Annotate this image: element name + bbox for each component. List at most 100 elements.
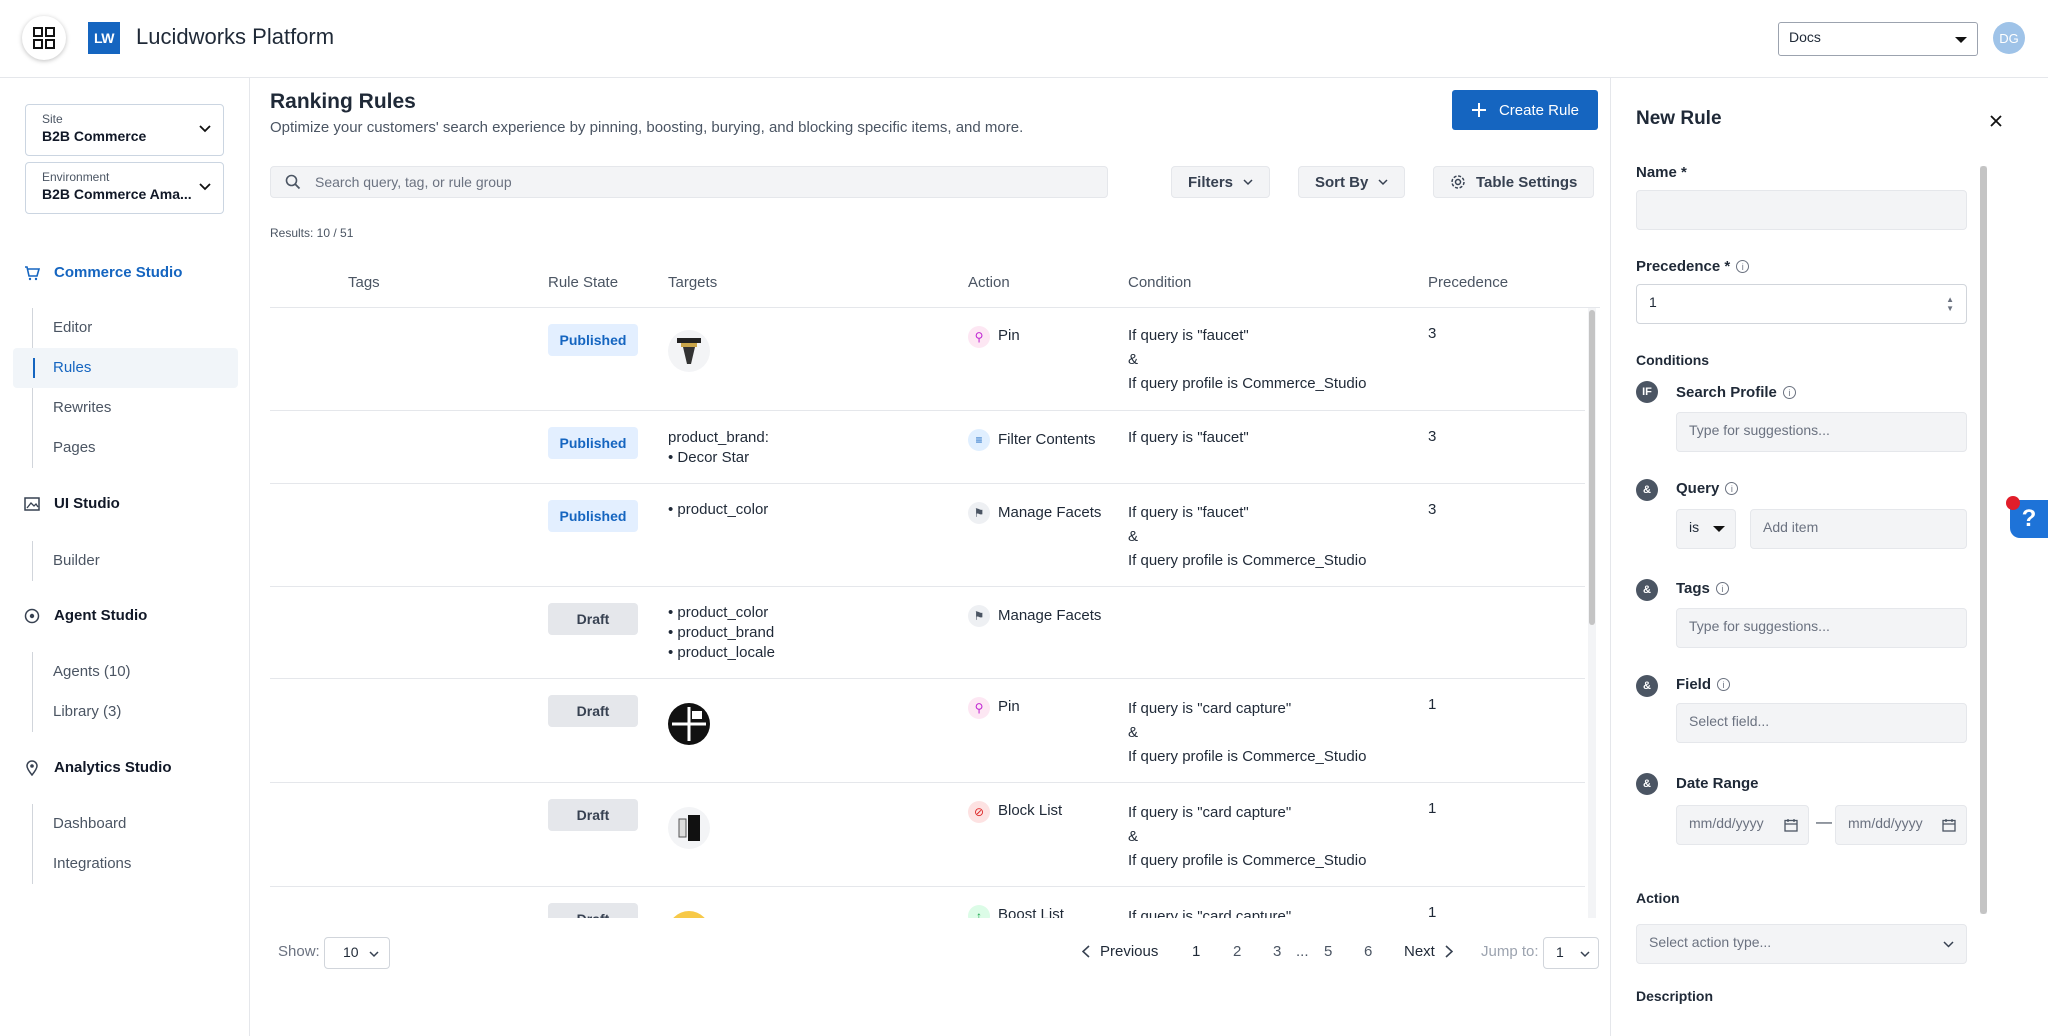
studio-analytics[interactable]: Analytics Studio <box>24 759 172 776</box>
column-header-precedence[interactable]: Precedence <box>1428 274 1508 291</box>
precedence-value: 1 <box>1428 904 1437 918</box>
sidebar-item-rules[interactable]: Rules <box>13 348 238 388</box>
close-icon[interactable] <box>1989 114 2003 128</box>
targets-cell: product_brand: • Decor Star <box>668 428 769 468</box>
app-launcher-button[interactable] <box>22 16 66 60</box>
page-button-6[interactable]: 6 <box>1364 943 1372 960</box>
table-row[interactable]: Draft ↑ Boost List If query is "card cap… <box>270 887 1585 918</box>
precedence-field[interactable]: 1 ▲ ▼ <box>1636 284 1967 324</box>
filters-button[interactable]: Filters <box>1171 166 1271 198</box>
calendar-icon[interactable] <box>1942 818 1956 832</box>
column-header-rule-state[interactable]: Rule State <box>548 274 618 291</box>
page-button-1[interactable]: 1 <box>1192 943 1200 960</box>
sidebar-item-agents[interactable]: Agents (10) <box>33 652 238 692</box>
search-input[interactable]: Search query, tag, or rule group <box>270 166 1108 198</box>
page-button-2[interactable]: 2 <box>1233 943 1241 960</box>
condition-cell: If query is "card capture" <box>1128 907 1291 918</box>
filter-icon: ≡ <box>968 429 990 451</box>
action-label: Pin <box>998 327 1020 344</box>
table-row[interactable]: Draft • product_color • product_brand • … <box>270 587 1585 679</box>
table-row[interactable]: Published product_brand: • Decor Star ≡ … <box>270 411 1585 484</box>
sidebar-item-pages[interactable]: Pages <box>33 428 238 468</box>
table-scrollbar[interactable] <box>1588 308 1596 918</box>
column-header-tags[interactable]: Tags <box>348 274 380 291</box>
query-label-row: Query i <box>1676 480 1739 497</box>
condition-line: If query is "card capture" <box>1128 804 1292 821</box>
page-size-select[interactable]: 10 <box>324 937 390 969</box>
sidebar-item-integrations[interactable]: Integrations <box>33 844 238 884</box>
top-bar: LW Lucidworks Platform Docs DG <box>0 0 2048 78</box>
column-header-condition[interactable]: Condition <box>1128 274 1191 291</box>
info-icon[interactable]: i <box>1782 386 1796 399</box>
page-button-3[interactable]: 3 <box>1273 943 1281 960</box>
product-thumbnail <box>668 911 710 918</box>
panel-scrollbar[interactable] <box>1980 166 1987 914</box>
sidebar-item-rewrites[interactable]: Rewrites <box>33 388 238 428</box>
environment-select-value: B2B Commerce Ama... <box>42 186 192 202</box>
panel-scrollbar-thumb[interactable] <box>1980 166 1987 914</box>
boost-icon: ↑ <box>968 905 990 918</box>
pin-icon: ⚲ <box>968 697 990 719</box>
avatar[interactable]: DG <box>1993 22 2025 54</box>
table-row[interactable]: Draft ⚲ Pin If query is "card capture" &… <box>270 679 1585 783</box>
search-profile-placeholder: Type for suggestions... <box>1689 422 1830 438</box>
gear-icon <box>1451 175 1465 189</box>
condition-line: If query profile is Commerce_Studio <box>1128 375 1367 392</box>
search-placeholder: Search query, tag, or rule group <box>315 174 512 190</box>
info-icon[interactable]: i <box>1715 582 1729 595</box>
sidebar-item-dashboard[interactable]: Dashboard <box>33 804 238 844</box>
page-button-5[interactable]: 5 <box>1324 943 1332 960</box>
table-row[interactable]: Draft ⊘ Block List If query is "card cap… <box>270 783 1585 887</box>
next-page-button[interactable]: Next <box>1404 943 1453 960</box>
chevron-down-icon <box>199 125 211 133</box>
action-type-select[interactable]: Select action type... <box>1636 924 1967 964</box>
column-header-targets[interactable]: Targets <box>668 274 717 291</box>
info-icon[interactable]: i <box>1736 260 1750 273</box>
precedence-label: Precedence * <box>1636 258 1731 275</box>
previous-label: Previous <box>1100 943 1159 960</box>
if-badge: IF <box>1636 381 1658 403</box>
info-icon[interactable]: i <box>1725 482 1739 495</box>
stepper-icon[interactable]: ▲ ▼ <box>1946 295 1954 313</box>
environment-select[interactable]: Environment B2B Commerce Ama... <box>25 162 224 214</box>
calendar-icon[interactable] <box>1784 818 1798 832</box>
query-add-item-input[interactable]: Add item <box>1750 509 1967 549</box>
sidebar-item-builder[interactable]: Builder <box>33 541 238 581</box>
sidebar-item-library[interactable]: Library (3) <box>33 692 238 732</box>
date-range-separator: — <box>1816 814 1832 831</box>
environment-select-label: Environment <box>42 170 110 184</box>
field-label-row: Field i <box>1676 676 1731 693</box>
target-line: • product_brand <box>668 624 775 641</box>
table-row[interactable]: Published • product_color ⚑ Manage Facet… <box>270 484 1585 587</box>
action-label: Action <box>1636 890 1680 906</box>
name-field[interactable] <box>1636 190 1967 230</box>
tags-input[interactable]: Type for suggestions... <box>1676 608 1967 648</box>
info-icon[interactable]: i <box>1717 678 1731 691</box>
create-rule-button[interactable]: Create Rule <box>1452 90 1598 130</box>
search-profile-input[interactable]: Type for suggestions... <box>1676 412 1967 452</box>
query-operator-select[interactable]: is <box>1676 509 1736 549</box>
studio-analytics-label: Analytics Studio <box>54 759 172 776</box>
field-select[interactable]: Select field... <box>1676 703 1967 743</box>
sort-by-button[interactable]: Sort By <box>1298 166 1406 198</box>
agent-icon <box>24 608 40 623</box>
studio-agent[interactable]: Agent Studio <box>24 607 147 624</box>
studio-ui[interactable]: UI Studio <box>24 495 120 512</box>
docs-select-value: Docs <box>1789 29 1821 45</box>
start-date-input[interactable]: mm/dd/yyyy <box>1676 805 1809 845</box>
column-header-action[interactable]: Action <box>968 274 1010 291</box>
previous-page-button[interactable]: Previous <box>1082 943 1158 960</box>
site-select[interactable]: Site B2B Commerce <box>25 104 224 156</box>
end-date-input[interactable]: mm/dd/yyyy <box>1835 805 1967 845</box>
status-badge: Draft <box>548 799 638 831</box>
jump-to-select[interactable]: 1 <box>1543 937 1599 969</box>
table-settings-button[interactable]: Table Settings <box>1433 166 1595 198</box>
table-scrollbar-thumb[interactable] <box>1589 310 1595 625</box>
targets-cell: • product_color • product_brand • produc… <box>668 603 775 663</box>
docs-select[interactable]: Docs <box>1778 22 1978 56</box>
table-row[interactable]: Published ⚲ Pin If query is "faucet" & I… <box>270 308 1585 411</box>
grid-icon <box>33 27 55 49</box>
condition-cell: If query is "card capture" & If query pr… <box>1128 699 1366 767</box>
sidebar-item-editor[interactable]: Editor <box>33 308 238 348</box>
studio-commerce[interactable]: Commerce Studio <box>24 264 182 281</box>
